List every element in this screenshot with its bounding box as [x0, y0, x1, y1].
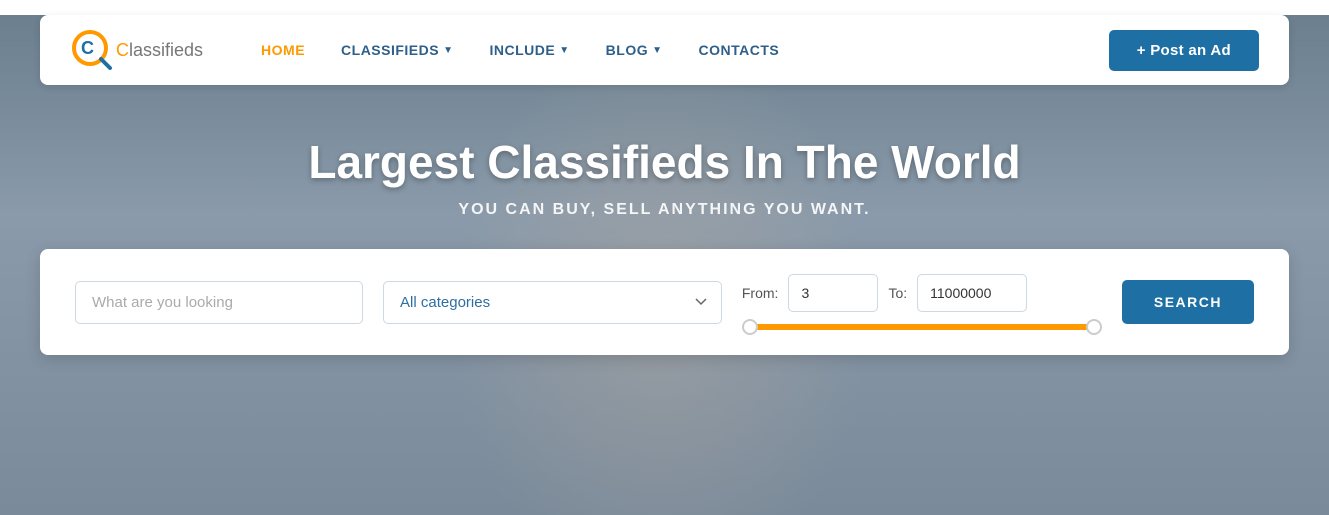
hero-section: Largest Classifieds In The World YOU CAN… [0, 85, 1329, 219]
price-inputs: From: To: [742, 274, 1102, 312]
nav-item-blog[interactable]: BLOG ▼ [588, 34, 681, 66]
logo[interactable]: C Classifieds [70, 28, 203, 72]
nav-link-contacts[interactable]: CONTACTS [681, 34, 798, 66]
nav-link-blog[interactable]: BLOG ▼ [588, 34, 681, 66]
nav-item-classifieds[interactable]: CLASSIFIEDS ▼ [323, 34, 471, 66]
post-ad-button[interactable]: + Post an Ad [1109, 30, 1259, 71]
nav-links: HOME CLASSIFIEDS ▼ INCLUDE ▼ BLOG ▼ CONT… [243, 34, 1109, 66]
logo-icon: C [70, 28, 114, 72]
price-range-wrap: From: To: [742, 274, 1102, 330]
to-price-input[interactable] [917, 274, 1027, 312]
nav-item-contacts[interactable]: CONTACTS [681, 34, 798, 66]
range-slider[interactable] [742, 324, 1102, 330]
to-label: To: [888, 285, 907, 301]
chevron-down-icon: ▼ [443, 45, 453, 56]
hero-subtitle: YOU CAN BUY, SELL ANYTHING YOU WANT. [0, 201, 1329, 219]
svg-text:C: C [81, 38, 94, 58]
nav-item-home[interactable]: HOME [243, 34, 323, 66]
category-select[interactable]: All categories Electronics Vehicles Real… [383, 281, 722, 324]
chevron-down-icon: ▼ [652, 45, 662, 56]
navbar: C Classifieds HOME CLASSIFIEDS ▼ INCLUDE… [40, 15, 1289, 85]
chevron-down-icon: ▼ [559, 45, 569, 56]
logo-text: Classifieds [116, 40, 203, 61]
hero-title: Largest Classifieds In The World [0, 135, 1329, 189]
range-thumb-left[interactable] [742, 319, 758, 335]
range-fill [742, 324, 1095, 330]
search-keyword-input[interactable] [75, 281, 363, 324]
nav-link-include[interactable]: INCLUDE ▼ [472, 34, 588, 66]
search-button[interactable]: SEARCH [1122, 280, 1254, 324]
range-thumb-right[interactable] [1086, 319, 1102, 335]
nav-link-home[interactable]: HOME [243, 34, 323, 66]
from-price-input[interactable] [788, 274, 878, 312]
from-label: From: [742, 285, 779, 301]
nav-link-classifieds[interactable]: CLASSIFIEDS ▼ [323, 34, 471, 66]
nav-item-include[interactable]: INCLUDE ▼ [472, 34, 588, 66]
search-box: All categories Electronics Vehicles Real… [40, 249, 1289, 355]
